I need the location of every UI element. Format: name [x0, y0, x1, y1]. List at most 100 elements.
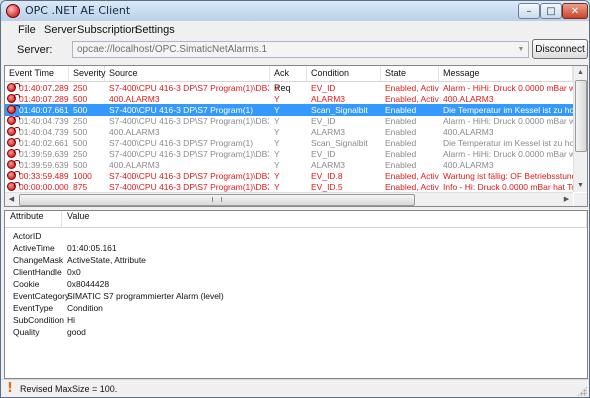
cell-message: 400.ALARM3 [443, 127, 494, 137]
cell-condition: EV_ID.8 [311, 171, 343, 181]
maximize-button[interactable]: □ [540, 3, 562, 19]
attribute-row[interactable]: Quality good [5, 326, 587, 338]
cell-message: Wartung ist fällig: OF Betriebsstunden e… [443, 171, 573, 181]
alarm-bell-icon [7, 105, 20, 114]
cell-severity: 250 [73, 116, 88, 126]
scroll-down-icon[interactable]: ▼ [574, 179, 587, 192]
cell-source: S7-400\CPU 416-3 DP\S7 Program(1)\DB35 [109, 182, 269, 192]
scroll-right-icon[interactable]: ▶ [560, 193, 573, 206]
attribute-value: 0x8044428 [67, 279, 110, 289]
cell-condition: ALARM3 [311, 160, 346, 170]
attribute-row[interactable]: ActorID [5, 230, 587, 242]
cell-message: Alarm - HiHi: Druck 0.0000 mBar weit ob [443, 116, 573, 126]
cell-condition: Scan_Signalbit [311, 138, 368, 148]
attribute-list[interactable]: Attribute Value ActorID ActiveTime 01:40:0… [4, 210, 588, 379]
col-condition[interactable]: Condition [307, 66, 381, 81]
dropdown-arrow-icon[interactable]: ▼ [515, 43, 527, 56]
alarm-bell-icon [7, 127, 20, 136]
event-rows: 01:40:07.289 250 S7-400\CPU 416-3 DP\S7 Pr… [5, 82, 573, 192]
horizontal-scroll-thumb[interactable] [19, 194, 415, 206]
attribute-row[interactable]: Cookie 0x8044428 [5, 278, 587, 290]
attribute-row[interactable]: ActiveTime 01:40:05.161 [5, 242, 587, 254]
cell-message: Alarm - HiHi: Druck 0.0000 mBar weit ob [443, 83, 573, 93]
attribute-value: 01:40:05.161 [67, 243, 117, 253]
cell-ack-req: Y [274, 105, 280, 115]
attribute-name: ActiveTime [13, 243, 55, 253]
cell-event-time: 01:40:07.289 [19, 94, 69, 104]
cell-condition: EV_ID.5 [311, 182, 343, 192]
disconnect-button[interactable]: Disconnect [532, 39, 588, 59]
cell-event-time: 00:00:00.000 [19, 182, 69, 192]
cell-source: S7-400\CPU 416-3 DP\S7 Program(1)\DB35 [109, 116, 269, 126]
attribute-row[interactable]: EventCategory SIMATIC S7 programmierter A… [5, 290, 587, 302]
cell-severity: 500 [73, 105, 88, 115]
title-bar[interactable]: OPC .NET AE Client – □ ✕ [1, 1, 589, 22]
cell-condition: EV_ID [311, 83, 336, 93]
resize-grip-icon[interactable] [577, 386, 587, 396]
alarm-bell-icon [7, 149, 20, 158]
cell-message: Info - Hi: Druck 0.0000 mBar hat Toleran… [443, 182, 573, 192]
alarm-bell-icon [7, 138, 20, 147]
cell-severity: 500 [73, 160, 88, 170]
col-attribute[interactable]: Attribute [5, 211, 62, 227]
scroll-up-icon[interactable]: ▲ [574, 66, 587, 79]
cell-state: Enabled, Active [385, 83, 439, 93]
cell-state: Enabled [385, 149, 417, 159]
cell-severity: 500 [73, 127, 88, 137]
col-source[interactable]: Source [105, 66, 270, 81]
cell-event-time: 01:39:59.639 [19, 149, 69, 159]
cell-ack-req: Y [274, 83, 280, 93]
col-severity[interactable]: Severity [69, 66, 106, 81]
server-row: Server: opcae://localhost/OPC.SimaticNet… [1, 39, 589, 61]
cell-severity: 500 [73, 138, 88, 148]
event-list[interactable]: Event Time Severity Source Ack Req Condi… [4, 65, 588, 207]
server-label: Server: [17, 44, 53, 56]
vertical-scrollbar[interactable]: ▲ ▼ [573, 66, 587, 192]
cell-state: Enabled [385, 127, 417, 137]
scroll-left-icon[interactable]: ◀ [5, 193, 18, 206]
scroll-corner [574, 193, 587, 206]
cell-event-time: 01:40:02.661 [19, 138, 69, 148]
close-button[interactable]: ✕ [562, 3, 588, 19]
cell-severity: 1000 [73, 171, 92, 181]
cell-ack-req: Y [274, 94, 280, 104]
attribute-list-header: Attribute Value [5, 211, 587, 228]
cell-source: 400.ALARM3 [109, 94, 160, 104]
cell-condition: ALARM3 [311, 127, 346, 137]
cell-ack-req: Y [274, 171, 280, 181]
cell-condition: EV_ID [311, 116, 336, 126]
attribute-row[interactable]: SubCondition Hi [5, 314, 587, 326]
server-combobox[interactable]: opcae://localhost/OPC.SimaticNetAlarms.1… [72, 41, 529, 58]
cell-source: 400.ALARM3 [109, 127, 160, 137]
attribute-row[interactable]: ChangeMask ActiveState, Attribute [5, 254, 587, 266]
menu-file[interactable]: File [18, 24, 36, 36]
col-event-time[interactable]: Event Time [5, 66, 69, 81]
cell-event-time: 01:39:59.639 [19, 160, 69, 170]
cell-ack-req: Y [274, 138, 280, 148]
col-message[interactable]: Message [439, 66, 573, 81]
vertical-scroll-thumb[interactable] [575, 80, 587, 152]
col-ack-req[interactable]: Ack Req [270, 66, 307, 93]
attribute-row[interactable]: EventType Condition [5, 302, 587, 314]
menu-subscription[interactable]: Subscription [77, 24, 138, 36]
alarm-bell-icon [7, 182, 20, 191]
cell-source: 400.ALARM3 [109, 160, 160, 170]
cell-ack-req: Y [274, 182, 280, 192]
cell-source: S7-400\CPU 416-3 DP\S7 Program(1)\DB35 [109, 83, 269, 93]
cell-message: Die Temperatur im Kessel ist zu hoch. [443, 105, 573, 115]
menu-server[interactable]: Server [44, 24, 76, 36]
cell-ack-req: Y [274, 116, 280, 126]
minimize-button[interactable]: – [518, 3, 540, 19]
cell-message: 400.ALARM3 [443, 160, 494, 170]
attribute-name: ChangeMask [13, 255, 64, 265]
horizontal-scrollbar[interactable]: ◀ ▶ [5, 192, 573, 206]
col-value[interactable]: Value [62, 211, 587, 227]
cell-condition: EV_ID [311, 149, 336, 159]
attribute-row[interactable]: ClientHandle 0x0 [5, 266, 587, 278]
status-text: Revised MaxSize = 100. [20, 384, 118, 394]
menu-settings[interactable]: Settings [135, 24, 175, 36]
attribute-name: ClientHandle [13, 267, 62, 277]
col-state[interactable]: State [381, 66, 439, 81]
cell-state: Enabled, Active [385, 171, 439, 181]
attribute-value: Hi [67, 315, 76, 325]
